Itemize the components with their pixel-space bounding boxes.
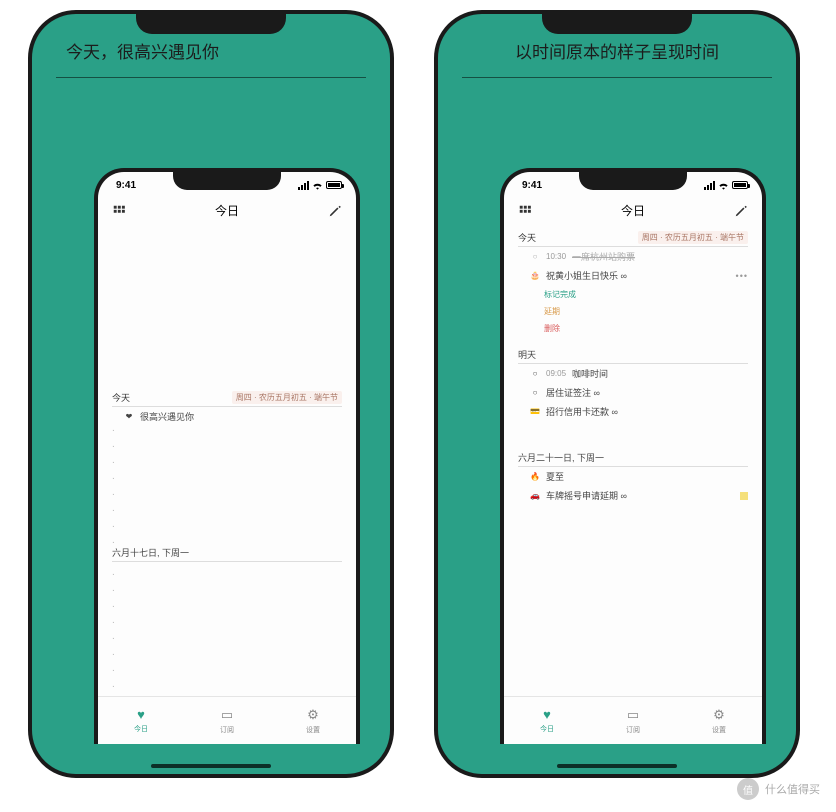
item-time: 10:30 xyxy=(546,252,566,261)
page-title: 今日 xyxy=(215,202,239,219)
tab-subscribe[interactable]: ▭ 订阅 xyxy=(184,697,270,744)
watermark: 值 什么值得买 xyxy=(737,778,820,800)
inner-notch xyxy=(173,170,281,190)
item-text: 祝黄小姐生日快乐 ∞ xyxy=(546,269,730,282)
inner-notch xyxy=(579,170,687,190)
wifi-icon xyxy=(312,181,323,190)
more-icon[interactable]: ••• xyxy=(736,271,748,281)
list-item[interactable]: ○ 居住证签注 ∞ xyxy=(518,383,748,402)
edit-icon[interactable] xyxy=(734,204,748,218)
lunar-date: 周四 · 农历五月初五 · 端午节 xyxy=(232,391,342,404)
card-icon: 💳 xyxy=(530,407,540,416)
tab-today[interactable]: ♥ 今日 xyxy=(98,697,184,744)
list-item[interactable]: 🔥 夏至 xyxy=(518,467,748,486)
action-delay[interactable]: 延期 xyxy=(544,306,748,317)
calendar-icon: ▭ xyxy=(627,707,639,723)
watermark-text: 什么值得买 xyxy=(765,781,820,797)
edit-icon[interactable] xyxy=(328,204,342,218)
status-icons xyxy=(704,181,748,190)
car-icon: 🚗 xyxy=(530,491,540,500)
battery-icon xyxy=(732,181,748,189)
list-item[interactable]: ❤ 很高兴遇见你 xyxy=(112,407,342,426)
status-time: 9:41 xyxy=(116,180,136,191)
list-item[interactable]: 🎂 祝黄小姐生日快乐 ∞ ••• xyxy=(518,266,748,285)
phone-frame-right: 以时间原本的样子呈现时间 9:41 今日 今天 周四 · 农历五月初五 · 端午… xyxy=(434,10,800,778)
gear-icon: ⚙ xyxy=(713,707,725,723)
item-text: 夏至 xyxy=(546,470,748,483)
action-delete[interactable]: 删除 xyxy=(544,323,748,334)
wifi-icon xyxy=(718,181,729,190)
calendar-icon: ▭ xyxy=(221,707,233,723)
section-today: 今天 xyxy=(112,391,130,404)
tab-today[interactable]: ♥ 今日 xyxy=(504,697,590,744)
tab-subscribe[interactable]: ▭ 订阅 xyxy=(590,697,676,744)
status-icons xyxy=(298,181,342,190)
cake-icon: 🎂 xyxy=(530,271,540,280)
phone-frame-left: 今天，很高兴遇见你 9:41 今日 今天 周四 · 农历五月初五 · 端午节 xyxy=(28,10,394,778)
app-header: 今日 xyxy=(98,194,356,229)
status-time: 9:41 xyxy=(522,180,542,191)
tab-bar: ♥ 今日 ▭ 订阅 ⚙ 设置 xyxy=(98,696,356,744)
inner-phone-right: 9:41 今日 今天 周四 · 农历五月初五 · 端午节 ○ 10:30 一席杭… xyxy=(500,168,766,744)
item-text: 车牌摇号申请延期 ∞ xyxy=(546,489,748,502)
grid-menu-icon[interactable] xyxy=(112,204,126,218)
content-area[interactable]: 今天 周四 · 农历五月初五 · 端午节 ❤ 很高兴遇见你 六月十七日, 下周一 xyxy=(98,229,356,689)
item-text: 一席杭州站购票 xyxy=(572,250,748,263)
list-item[interactable]: ○ 09:05 咖啡时间 xyxy=(518,364,748,383)
circle-icon: ○ xyxy=(530,252,540,261)
promo-headline-right: 以时间原本的样子呈现时间 xyxy=(462,32,772,78)
battery-icon xyxy=(326,181,342,189)
lunar-date: 周四 · 农历五月初五 · 端午节 xyxy=(638,231,748,244)
item-text: 咖啡时间 xyxy=(572,367,748,380)
heart-icon: ♥ xyxy=(137,707,145,722)
gear-icon: ⚙ xyxy=(307,707,319,723)
page-title: 今日 xyxy=(621,202,645,219)
outer-notch xyxy=(136,12,286,34)
signal-icon xyxy=(704,181,715,190)
item-text: 居住证签注 ∞ xyxy=(546,386,748,399)
grid-menu-icon[interactable] xyxy=(518,204,532,218)
section-today: 今天 xyxy=(518,231,536,244)
circle-icon: ○ xyxy=(530,369,540,378)
list-item[interactable]: 🚗 车牌摇号申请延期 ∞ xyxy=(518,486,748,505)
section-future: 六月十七日, 下周一 xyxy=(112,546,342,562)
content-area[interactable]: 今天 周四 · 农历五月初五 · 端午节 ○ 10:30 一席杭州站购票 🎂 祝… xyxy=(504,229,762,689)
list-item[interactable]: ○ 10:30 一席杭州站购票 xyxy=(518,247,748,266)
section-future: 六月二十一日, 下周一 xyxy=(518,451,748,467)
home-indicator xyxy=(151,764,271,768)
swipe-actions: 标记完成 延期 删除 xyxy=(518,285,748,338)
tab-settings[interactable]: ⚙ 设置 xyxy=(270,697,356,744)
signal-icon xyxy=(298,181,309,190)
heart-icon: ❤ xyxy=(124,412,134,421)
section-tomorrow: 明天 xyxy=(518,348,748,364)
heart-icon: ♥ xyxy=(543,707,551,722)
item-text: 很高兴遇见你 xyxy=(140,410,342,423)
circle-icon: ○ xyxy=(530,388,540,397)
inner-phone-left: 9:41 今日 今天 周四 · 农历五月初五 · 端午节 ❤ 很高兴遇见你 xyxy=(94,168,360,744)
fire-icon: 🔥 xyxy=(530,472,540,481)
app-header: 今日 xyxy=(504,194,762,229)
outer-notch xyxy=(542,12,692,34)
home-indicator xyxy=(557,764,677,768)
promo-headline-left: 今天，很高兴遇见你 xyxy=(56,32,366,78)
watermark-badge-icon: 值 xyxy=(737,778,759,800)
item-text: 招行信用卡还款 ∞ xyxy=(546,405,748,418)
action-complete[interactable]: 标记完成 xyxy=(544,289,748,300)
note-tag-icon xyxy=(740,492,748,500)
list-item[interactable]: 💳 招行信用卡还款 ∞ xyxy=(518,402,748,421)
tab-bar: ♥ 今日 ▭ 订阅 ⚙ 设置 xyxy=(504,696,762,744)
tab-settings[interactable]: ⚙ 设置 xyxy=(676,697,762,744)
item-time: 09:05 xyxy=(546,369,566,378)
